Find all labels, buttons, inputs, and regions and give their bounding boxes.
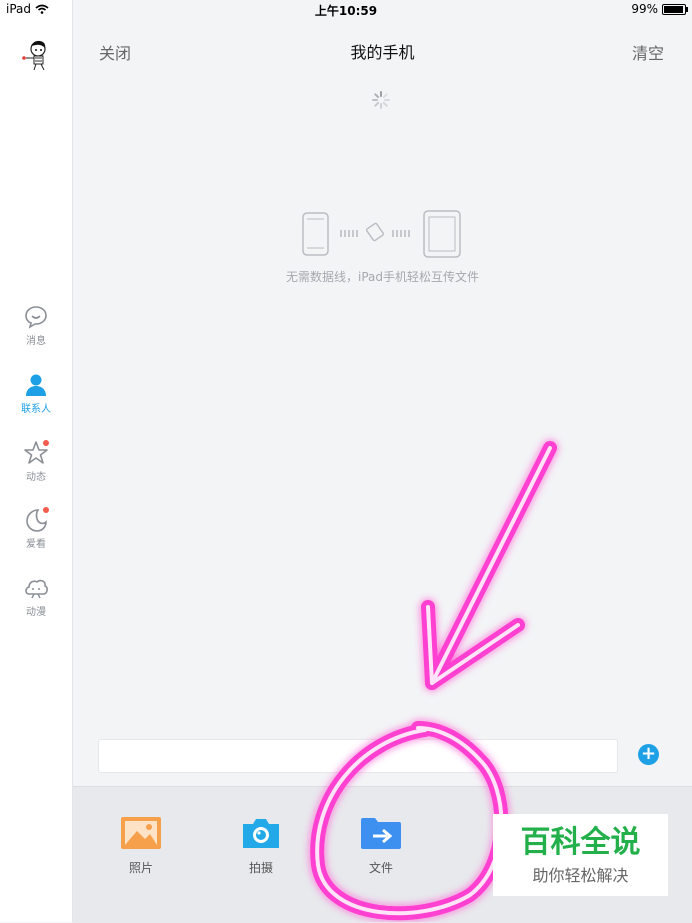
watermark-logo: 百科全说 助你轻松解决	[493, 814, 668, 896]
sidebar-item-label: 爱看	[26, 539, 46, 550]
loading-spinner-icon	[372, 91, 390, 109]
arrow-annotation	[421, 441, 557, 690]
avatar-cartoon-icon	[22, 40, 46, 71]
sidebar-item-label: 动态	[26, 472, 46, 483]
sidebar-item-contacts[interactable]: 联系人	[0, 372, 72, 415]
avatar[interactable]	[20, 38, 54, 72]
moon-icon	[23, 507, 49, 533]
tool-label: 文件	[368, 861, 393, 875]
transfer-hint: 无需数据线，iPad手机轻松互传文件	[285, 270, 479, 284]
sidebar-item-label: 动漫	[26, 607, 46, 618]
phone-icon	[302, 212, 329, 256]
camera-icon	[241, 817, 281, 849]
annotation-overlay	[310, 441, 557, 921]
battery-icon	[662, 3, 688, 15]
message-input[interactable]	[98, 739, 618, 773]
sidebar-item-label: 消息	[26, 336, 46, 347]
folder-arrow-icon	[361, 817, 401, 849]
sidebar-item-label: 联系人	[21, 404, 51, 415]
watermark-subtitle: 助你轻松解决	[532, 866, 629, 885]
camera-button[interactable]: 拍摄	[221, 817, 301, 876]
transfer-dots-right	[392, 230, 410, 237]
add-button[interactable]: +	[638, 744, 659, 765]
sidebar-item-comics[interactable]: 动漫	[0, 575, 72, 618]
photo-button[interactable]: 照片	[101, 817, 181, 876]
status-right: 99%	[631, 2, 688, 16]
file-icon	[365, 222, 385, 242]
notification-dot	[43, 440, 49, 446]
sidebar-item-watch[interactable]: 爱看	[0, 507, 72, 550]
page-title: 我的手机	[350, 43, 415, 62]
tablet-icon	[423, 210, 461, 258]
person-icon	[23, 372, 49, 398]
sidebar-item-messages[interactable]: 消息	[0, 304, 72, 347]
chat-bubble-icon	[23, 304, 49, 330]
tool-label: 拍摄	[248, 861, 273, 875]
status-time: 上午10:59	[314, 4, 378, 18]
notification-dot	[43, 507, 49, 513]
star-icon	[23, 440, 49, 466]
sidebar-item-feeds[interactable]: 动态	[0, 440, 72, 483]
photo-icon	[121, 817, 161, 849]
transfer-illustration	[302, 210, 461, 258]
file-button[interactable]: 文件	[341, 817, 421, 876]
transfer-dots-left	[340, 230, 358, 237]
clear-button[interactable]: 清空	[632, 40, 664, 64]
battery-percent: 99%	[631, 2, 658, 16]
watermark-title: 百科全说	[520, 825, 641, 860]
tool-label: 照片	[128, 861, 153, 875]
status-bar: iPad 上午10:59 99%	[0, 0, 692, 20]
sidebar: 消息 联系人 动态 爱看 动漫	[0, 0, 73, 922]
cloud-face-icon	[23, 575, 49, 601]
chat-header: 关闭 我的手机 清空	[73, 20, 692, 80]
